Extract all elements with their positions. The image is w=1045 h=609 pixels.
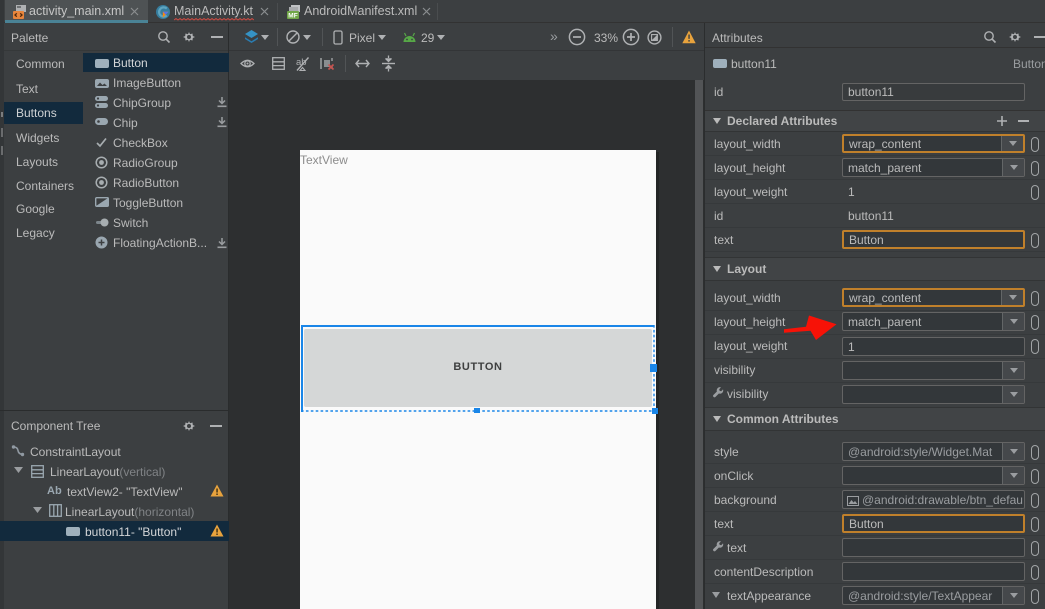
svg-text:MF: MF bbox=[288, 13, 297, 20]
